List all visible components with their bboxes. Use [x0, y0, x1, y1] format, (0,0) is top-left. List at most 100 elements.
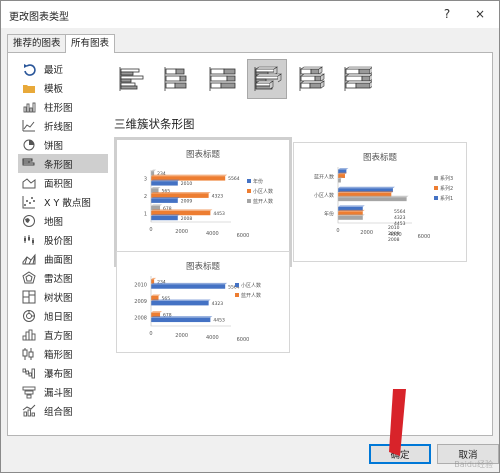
sidebar-item[interactable]: 最近 [18, 59, 108, 78]
chart-bar-top [151, 316, 213, 318]
chart-preview-1[interactable]: 图表标题 16784453200825654323200932345564201… [114, 137, 292, 267]
chart-bar-top [151, 299, 211, 301]
data-label: 2009 [181, 199, 193, 205]
sidebar-item-label: 条形图 [44, 159, 73, 171]
dialog-footer: 确定 取消 [1, 438, 499, 472]
sidebar-item[interactable]: 瀑布图 [18, 363, 108, 382]
chart-bar-top [338, 195, 409, 198]
category-label: 2010 [134, 282, 147, 288]
sidebar-item[interactable]: 股价图 [18, 230, 108, 249]
sidebar-item[interactable]: 直方图 [18, 325, 108, 344]
chart-bar-top [151, 204, 163, 206]
legend-label: 系列3 [440, 175, 453, 182]
sidebar-item[interactable]: 条形图 [18, 154, 108, 173]
legend-swatch [235, 293, 239, 297]
sidebar-item-label: 树状图 [44, 292, 73, 304]
sidebar-item[interactable]: 折线图 [18, 116, 108, 135]
x-tick-label: 4000 [206, 335, 219, 341]
sidebar-item[interactable]: X Y 散点图 [18, 192, 108, 211]
sidebar-item[interactable]: 树状图 [18, 287, 108, 306]
data-label: 4453 [213, 318, 225, 324]
legend-swatch [434, 176, 438, 180]
x-tick-label: 6000 [237, 337, 250, 343]
chart-bar-top [338, 205, 365, 207]
x-tick-label: 4000 [206, 231, 219, 237]
sidebar-item-label: 箱形图 [44, 349, 73, 361]
legend-label: 系列2 [440, 185, 453, 192]
ok-button[interactable]: 确定 [369, 444, 431, 464]
x-tick-label: 6000 [418, 234, 431, 240]
chart-bar-top [338, 168, 349, 170]
sidebar-item[interactable]: 柱形图 [18, 97, 108, 116]
column-chart-icon [22, 100, 36, 114]
subtype-stacked-bar[interactable] [157, 59, 197, 99]
subtype-3d-100-stacked-bar[interactable] [337, 59, 377, 99]
subtype-3d-100-stacked-bar-icon [344, 66, 372, 91]
sidebar-item[interactable]: 面积图 [18, 173, 108, 192]
chart-bar-top [151, 209, 213, 211]
sidebar-item[interactable]: 组合图 [18, 401, 108, 420]
sidebar-item[interactable]: 模板 [18, 78, 108, 97]
sidebar-item-label: 直方图 [44, 330, 73, 342]
legend-label: 蓝开人数 [253, 198, 273, 205]
chart-bar [151, 198, 178, 203]
subtype-100-stacked-bar-icon [209, 67, 236, 91]
subtype-3d-clustered-bar[interactable] [247, 59, 287, 99]
subtype-100-stacked-bar[interactable] [202, 59, 242, 99]
chart-bar [151, 317, 211, 323]
sidebar-item[interactable]: 地图 [18, 211, 108, 230]
chart-bar [338, 197, 407, 202]
x-tick-label: 0 [149, 227, 152, 233]
legend-swatch [247, 189, 251, 193]
legend-label: 年份 [253, 178, 263, 185]
sidebar-item[interactable]: 曲面图 [18, 249, 108, 268]
data-label: 2008 [388, 237, 400, 243]
subtype-3d-stacked-bar-icon [299, 66, 325, 91]
close-button[interactable]: × [471, 5, 489, 23]
recent-icon [22, 62, 36, 76]
sidebar-item[interactable]: 箱形图 [18, 344, 108, 363]
sunburst-chart-icon [22, 309, 36, 323]
data-label: 4323 [394, 215, 406, 221]
help-button[interactable]: ? [438, 5, 456, 23]
dialog-title: 更改图表类型 [9, 12, 69, 23]
preview-chart-svg: 1678445320082565432320093234556420100200… [144, 169, 273, 239]
category-label: 2008 [134, 316, 147, 322]
sidebar-item[interactable]: 漏斗图 [18, 382, 108, 401]
legend-label: 小区人数 [241, 282, 261, 289]
treemap-chart-icon [22, 290, 36, 304]
legend-swatch [434, 196, 438, 200]
x-tick-label: 2000 [175, 333, 188, 339]
bar-chart-icon [22, 157, 36, 171]
chart-bar-top [151, 277, 157, 280]
legend-swatch [247, 179, 251, 183]
sidebar-item-label: 柱形图 [44, 102, 73, 114]
tab-all-charts[interactable]: 所有图表 [65, 34, 116, 53]
sidebar-item-label: 最近 [44, 64, 64, 76]
preview-chart-svg: 年份小区人数蓝开人数0 2000 4000 6000系列3系列2系列120102009… [314, 167, 453, 243]
sidebar-item-label: 面积图 [44, 178, 73, 190]
chart-preview-2[interactable]: 图表标题 年份 小区人数 蓝开人数 0 2000 4000 6000 系列3 系列2 系列1 201… [293, 142, 467, 262]
subtype-clustered-bar[interactable] [112, 59, 152, 99]
legend-label: 蓝开人数 [241, 292, 261, 299]
area-chart-icon [22, 176, 36, 190]
sidebar-item[interactable]: 饼图 [18, 135, 108, 154]
waterfall-chart-icon [22, 366, 36, 380]
category-label: 2 [144, 194, 147, 200]
sidebar-item[interactable]: 旭日图 [18, 306, 108, 325]
chart-bar-top [151, 179, 180, 182]
category-label: 小区人数 [314, 192, 334, 199]
chart-bar [338, 215, 363, 220]
sidebar-item-label: 瀑布图 [44, 368, 73, 380]
tab-recommended-charts[interactable]: 推荐的图表 [7, 34, 67, 52]
chart-preview-3[interactable]: 图表标题 20086784453200956543232010234556402… [116, 251, 290, 353]
sidebar-item[interactable]: 雷达图 [18, 268, 108, 287]
chart-bar-top [151, 192, 211, 194]
subtype-3d-stacked-bar[interactable] [292, 59, 332, 99]
sidebar-item-label: X Y 散点图 [44, 197, 91, 209]
chart-bar-top [151, 197, 180, 199]
chart-type-list: 最近模板柱形图折线图 饼图条形图面积图 X Y 散点图地图 股价图曲面图雷达图树状图旭… [18, 59, 108, 420]
sidebar-item-label: 曲面图 [44, 254, 73, 266]
subtype-3d-clustered-bar-icon [254, 66, 282, 91]
legend-swatch [235, 283, 239, 287]
